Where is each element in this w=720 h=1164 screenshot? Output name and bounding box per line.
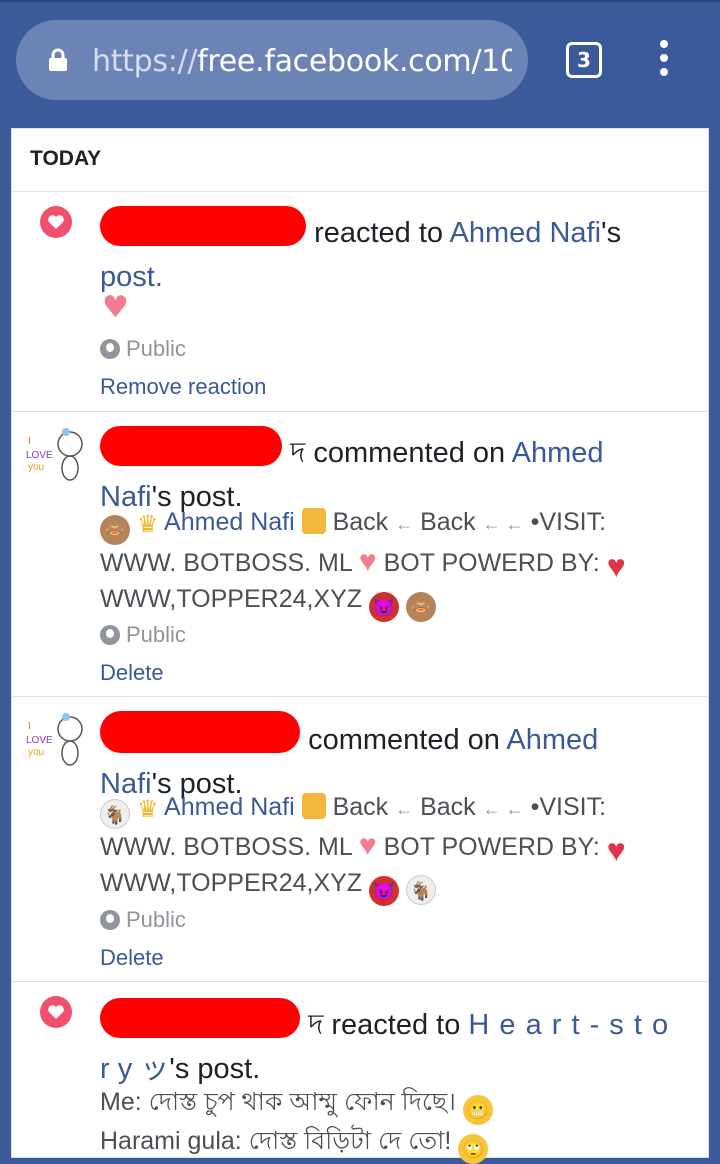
avatar[interactable]: I LOVE you bbox=[26, 424, 88, 488]
remove-reaction-link[interactable]: Remove reaction bbox=[100, 374, 266, 400]
possessive: 's bbox=[601, 217, 622, 249]
notification-verb: দ reacted to bbox=[308, 1009, 461, 1041]
redacted-name bbox=[100, 426, 282, 466]
url-host: free.facebook.com/10 bbox=[197, 44, 512, 79]
svg-text:you: you bbox=[28, 462, 44, 473]
avatar[interactable]: I LOVE you bbox=[26, 709, 88, 773]
notification-headline: reacted to Ahmed Nafi's post. bbox=[100, 206, 696, 299]
devil-icon: 😈 bbox=[369, 876, 400, 906]
globe-icon bbox=[100, 910, 120, 930]
post-link[interactable]: post. bbox=[100, 261, 163, 293]
target-name-link[interactable]: Ahmed Nafi bbox=[450, 217, 602, 249]
goat-icon: 🐐 bbox=[405, 875, 436, 905]
monkey-icon: 🙈 bbox=[405, 592, 436, 622]
svg-text:I: I bbox=[28, 436, 31, 447]
delete-link[interactable]: Delete bbox=[100, 945, 164, 971]
red-heart-icon: ♥ bbox=[606, 832, 626, 868]
notification-verb: দ commented on bbox=[290, 437, 506, 469]
arrow-left-icon: ← ← bbox=[482, 799, 524, 819]
arrow-left-icon: ← ← bbox=[482, 514, 524, 534]
privacy-label: Public bbox=[100, 622, 186, 648]
redacted-name bbox=[100, 998, 300, 1038]
notification-verb: reacted to bbox=[314, 217, 444, 249]
svg-text:LOVE: LOVE bbox=[26, 735, 53, 746]
divider bbox=[12, 696, 708, 697]
lock-emoji-icon bbox=[301, 793, 326, 819]
target-name-link[interactable]: Ahmed bbox=[512, 437, 604, 469]
pink-heart-icon: ♥ bbox=[358, 829, 377, 862]
eye-roll-icon: 🙄 bbox=[458, 1134, 489, 1164]
tab-switcher-button[interactable]: 3 bbox=[566, 42, 602, 78]
comment-author-link[interactable]: Ahmed Nafi bbox=[164, 508, 295, 536]
lock-icon bbox=[49, 48, 67, 71]
url-text[interactable]: https://free.facebook.com/10 bbox=[92, 40, 512, 84]
svg-text:LOVE: LOVE bbox=[26, 450, 53, 461]
globe-icon bbox=[100, 625, 120, 645]
divider bbox=[12, 981, 708, 982]
divider bbox=[12, 411, 708, 412]
notifications-card: TODAY reacted to Ahmed Nafi's post. ♥ Pu… bbox=[11, 128, 709, 1164]
devil-icon: 😈 bbox=[369, 592, 400, 622]
section-title: TODAY bbox=[30, 147, 102, 170]
target-name-link-cont[interactable]: r y ッ bbox=[100, 1053, 169, 1085]
privacy-label: Public bbox=[100, 907, 186, 933]
svg-text:I: I bbox=[28, 721, 31, 732]
redacted-name bbox=[100, 711, 300, 753]
crown-icon: ♛ bbox=[136, 796, 159, 823]
pink-heart-icon: ♥ bbox=[102, 290, 129, 325]
privacy-label: Public bbox=[100, 336, 186, 362]
overflow-menu-icon[interactable] bbox=[654, 40, 674, 80]
globe-icon bbox=[100, 339, 120, 359]
comment-preview: 🙈 ♛ Ahmed Nafi Back ← Back ← ← •VISIT: W… bbox=[100, 506, 696, 622]
love-reaction-icon bbox=[40, 206, 72, 238]
target-name-link[interactable]: H e a r t - s t o bbox=[468, 1009, 669, 1041]
crown-icon: ♛ bbox=[136, 511, 159, 538]
post-preview: Me: দোস্ত চুপ থাক আম্মু ফোন দিছে। 😬 Hara… bbox=[100, 1086, 696, 1164]
comment-preview: 🐐 ♛ Ahmed Nafi Back ← Back ← ← •VISIT: W… bbox=[100, 791, 696, 906]
notification-headline: দ reacted to H e a r t - s t o r y ッ's p… bbox=[100, 998, 696, 1091]
target-name-link[interactable]: Ahmed bbox=[506, 724, 598, 756]
monkey-icon: 🙈 bbox=[100, 515, 130, 545]
comment-author-link[interactable]: Ahmed Nafi bbox=[164, 793, 295, 821]
red-heart-icon: ♥ bbox=[606, 548, 626, 584]
redacted-name bbox=[100, 206, 306, 246]
url-scheme: https:// bbox=[92, 44, 198, 79]
address-bar[interactable]: https://free.facebook.com/10 bbox=[16, 20, 528, 100]
arrow-left-icon: ← bbox=[395, 799, 414, 819]
svg-text:you: you bbox=[28, 747, 44, 758]
goat-icon: 🐐 bbox=[100, 799, 130, 829]
browser-toolbar: https://free.facebook.com/10 3 bbox=[0, 0, 720, 114]
notification-verb: commented on bbox=[308, 724, 500, 756]
divider bbox=[12, 191, 708, 192]
delete-link[interactable]: Delete bbox=[100, 660, 164, 686]
lock-emoji-icon bbox=[301, 508, 326, 534]
arrow-left-icon: ← bbox=[395, 514, 414, 534]
possessive: 's post. bbox=[169, 1053, 261, 1085]
grimace-icon: 😬 bbox=[462, 1095, 493, 1125]
pink-heart-icon: ♥ bbox=[358, 545, 377, 578]
love-reaction-icon bbox=[40, 996, 72, 1028]
